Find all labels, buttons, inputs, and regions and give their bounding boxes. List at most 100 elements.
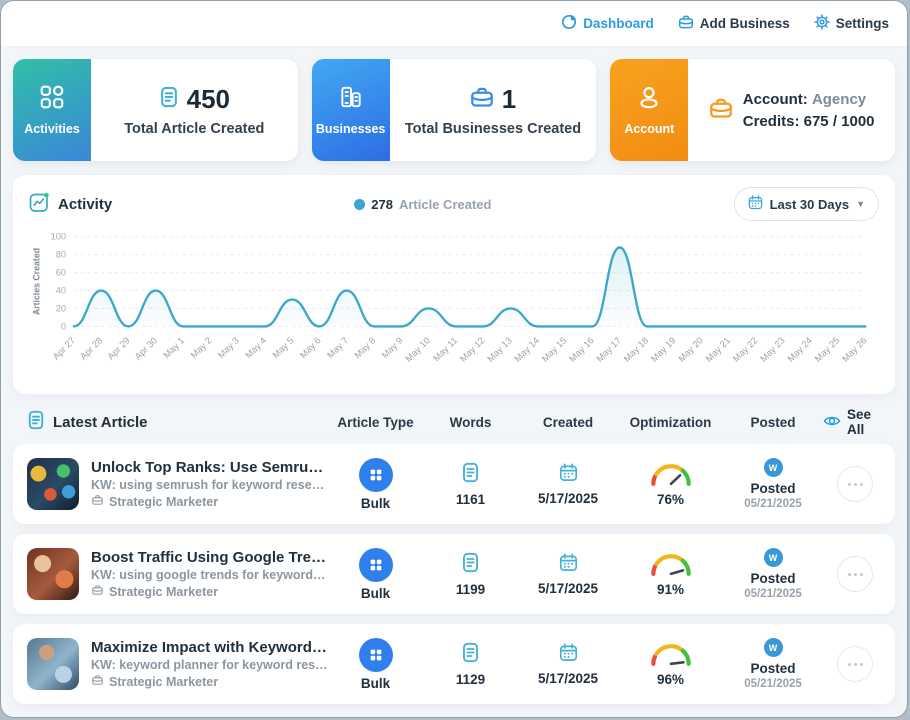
article-business: Strategic Marketer <box>109 584 219 599</box>
article-thumbnail <box>27 458 79 510</box>
created-cell: 5/17/2025 <box>518 553 618 596</box>
svg-text:May 21: May 21 <box>704 335 733 364</box>
nav-label: Add Business <box>699 16 790 31</box>
total-businesses-label: Total Businesses Created <box>404 120 582 137</box>
svg-text:20: 20 <box>56 303 66 313</box>
bulk-icon <box>358 547 393 582</box>
row-menu-button[interactable] <box>837 466 873 502</box>
stat-card-activities: Activities 450 Total Article Created <box>13 59 298 161</box>
account-value: Agency <box>811 90 867 108</box>
stat-card-account: Account Account: Agency Credits: 675 / 1… <box>610 59 895 161</box>
date-range-label: Last 30 Days <box>769 196 850 212</box>
article-title[interactable]: Unlock Top Ranks: Use Semrush for Key... <box>91 459 328 476</box>
articles-table-header: Latest Article Article Type Words Create… <box>13 406 895 438</box>
posted-status: Posted <box>750 481 796 496</box>
created-cell: 5/17/2025 <box>518 463 618 506</box>
stat-tab-label: Activities <box>24 122 80 136</box>
article-type-value: Bulk <box>360 675 391 691</box>
activity-card: Activity 278 Article Created Last 30 Day… <box>13 175 895 394</box>
activity-line-chart: 0 20 40 60 80 100 Apr 27 Apr 28 Apr 29 Apr 30 May … <box>29 223 879 388</box>
created-value: 5/17/2025 <box>537 670 599 686</box>
see-all-button[interactable]: See All <box>823 407 887 437</box>
briefcase-icon <box>678 14 694 33</box>
svg-text:May 25: May 25 <box>813 335 842 364</box>
pie-chart-icon <box>561 14 577 33</box>
optimization-value: 76% <box>656 492 685 507</box>
nav-settings[interactable]: Settings <box>813 14 889 33</box>
wordpress-icon: W <box>763 548 783 567</box>
total-articles-label: Total Article Created <box>124 120 265 137</box>
svg-text:Apr 29: Apr 29 <box>105 335 131 361</box>
article-business: Strategic Marketer <box>109 674 219 689</box>
created-value: 5/17/2025 <box>537 580 599 596</box>
date-range-dropdown[interactable]: Last 30 Days ▼ <box>733 187 879 221</box>
article-type-cell: Bulk <box>328 457 423 511</box>
total-businesses-value: 1 <box>501 83 517 114</box>
chevron-down-icon: ▼ <box>856 199 865 209</box>
credits-value: 675 / 1000 <box>803 112 875 130</box>
table-title: Latest Article <box>53 413 148 431</box>
stat-body: 1 Total Businesses Created <box>390 59 597 161</box>
businesses-tab-button[interactable]: Businesses <box>311 59 390 161</box>
article-business: Strategic Marketer <box>109 494 219 509</box>
article-row: Boost Traffic Using Google Trends for Ke… <box>13 534 895 614</box>
svg-text:May 18: May 18 <box>622 335 651 364</box>
col-posted: Posted <box>750 414 796 430</box>
eye-icon <box>823 414 841 431</box>
chart-legend: 278 Article Created <box>112 197 733 212</box>
svg-text:May 2: May 2 <box>189 335 214 360</box>
account-key: Account: <box>742 90 808 108</box>
svg-text:Apr 28: Apr 28 <box>78 335 104 361</box>
nav-add-business[interactable]: Add Business <box>678 14 790 33</box>
document-icon <box>159 86 179 113</box>
svg-text:May 22: May 22 <box>731 335 760 364</box>
briefcase-icon <box>709 97 733 124</box>
activities-tab-button[interactable]: Activities <box>13 59 91 161</box>
row-menu-button[interactable] <box>837 556 873 592</box>
account-tab-button[interactable]: Account <box>610 59 689 161</box>
stat-tab-label: Account <box>624 122 675 136</box>
posted-date: 05/21/2025 <box>744 498 802 510</box>
words-value: 1199 <box>455 581 486 597</box>
words-value: 1129 <box>455 671 486 687</box>
svg-text:May 9: May 9 <box>380 335 405 360</box>
topbar: Dashboard Add Business Settings <box>1 1 907 47</box>
main-content: Activities 450 Total Article Created Bus… <box>1 47 907 704</box>
total-articles-value: 450 <box>186 83 231 114</box>
nav-dashboard[interactable]: Dashboard <box>561 14 654 33</box>
document-icon <box>27 410 45 434</box>
svg-text:May 4: May 4 <box>243 335 268 360</box>
article-keyword: KW: keyword planner for keyword research <box>91 658 328 672</box>
svg-text:Apr 27: Apr 27 <box>51 335 77 361</box>
col-created: Created <box>542 414 594 430</box>
words-cell: 1161 <box>423 462 518 507</box>
row-menu-button[interactable] <box>837 646 873 682</box>
gear-icon <box>813 14 830 33</box>
credits-line: Credits: 675 / 1000 <box>743 113 875 130</box>
col-words: Words <box>449 414 492 430</box>
article-title[interactable]: Maximize Impact with Keyword Planner ... <box>91 639 328 656</box>
wordpress-icon: W <box>763 458 783 477</box>
svg-text:May 20: May 20 <box>676 335 705 364</box>
svg-text:May 17: May 17 <box>595 335 624 364</box>
created-value: 5/17/2025 <box>537 490 599 506</box>
svg-text:May 16: May 16 <box>567 335 596 364</box>
stats-row: Activities 450 Total Article Created Bus… <box>13 59 895 161</box>
svg-text:May 13: May 13 <box>485 335 514 364</box>
posted-cell: W Posted 05/21/2025 <box>723 458 823 510</box>
article-title[interactable]: Boost Traffic Using Google Trends for Ke… <box>91 549 328 566</box>
stat-body: Account: Agency Credits: 675 / 1000 <box>688 59 895 161</box>
credits-key: Credits: <box>742 112 800 130</box>
svg-text:May 24: May 24 <box>786 335 815 364</box>
svg-text:May 6: May 6 <box>298 335 323 360</box>
bulk-icon <box>358 637 393 672</box>
calendar-icon <box>559 643 578 667</box>
article-row: Maximize Impact with Keyword Planner ...… <box>13 624 895 704</box>
article-type-cell: Bulk <box>328 637 423 691</box>
briefcase-icon <box>470 86 494 113</box>
svg-text:May 8: May 8 <box>353 335 378 360</box>
document-icon <box>461 642 480 668</box>
activity-header: Activity 278 Article Created Last 30 Day… <box>29 187 879 221</box>
stat-body: 450 Total Article Created <box>91 59 298 161</box>
calendar-icon <box>559 553 578 577</box>
